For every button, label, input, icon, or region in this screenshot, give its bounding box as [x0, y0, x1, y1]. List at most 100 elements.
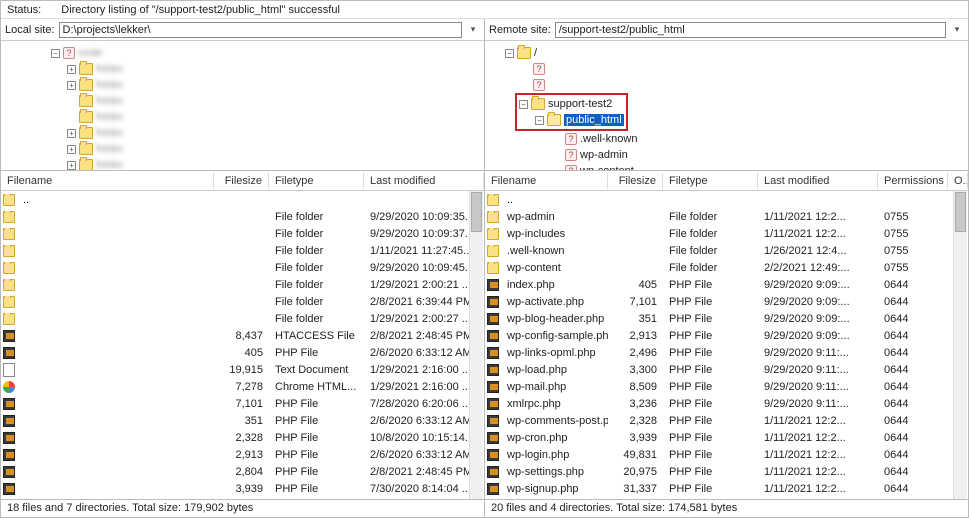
remote-tree[interactable]: −/??−support-test2−public_html?.well-kno…	[485, 41, 968, 171]
list-row[interactable]: .well-knownFile folder1/26/2021 12:4...0…	[485, 242, 968, 259]
tree-label[interactable]: folder	[96, 111, 124, 123]
list-row[interactable]: wp-mail.php8,509PHP File9/29/2020 9:11:.…	[485, 378, 968, 395]
col-lastmod[interactable]: Last modified	[364, 173, 484, 189]
list-row[interactable]: 2,804PHP File2/8/2021 2:48:45 PM	[1, 463, 484, 480]
tree-node[interactable]: ?wp-admin	[495, 147, 964, 163]
local-tree[interactable]: −?node+folder+folderfolderfolder+folder+…	[1, 41, 484, 171]
tree-toggle[interactable]: −	[505, 49, 514, 58]
list-row[interactable]: 2,496PHP File2/6/2020 6:33:12 AM	[1, 497, 484, 499]
tree-node[interactable]: folder	[11, 93, 480, 109]
remote-file-list[interactable]: ..wp-adminFile folder1/11/2021 12:2...07…	[485, 191, 968, 499]
tree-toggle[interactable]: −	[519, 100, 528, 109]
tree-toggle[interactable]: −	[51, 49, 60, 58]
list-row[interactable]: wp-signup.php31,337PHP File1/11/2021 12:…	[485, 480, 968, 497]
list-row[interactable]: File folder1/29/2021 2:00:27 ...	[1, 310, 484, 327]
list-row[interactable]: 2,913PHP File2/6/2020 6:33:12 AM	[1, 446, 484, 463]
tree-node[interactable]: − public_html	[519, 112, 624, 128]
tree-label[interactable]: folder	[96, 79, 124, 91]
list-row[interactable]: ..	[1, 191, 484, 208]
tree-label[interactable]: folder	[96, 127, 124, 139]
list-row[interactable]: wp-comments-post.php2,328PHP File1/11/20…	[485, 412, 968, 429]
col-filename[interactable]: Filename	[485, 173, 608, 189]
list-row[interactable]: wp-login.php49,831PHP File1/11/2021 12:2…	[485, 446, 968, 463]
tree-node[interactable]: + folder	[11, 61, 480, 77]
tree-label-selected[interactable]: public_html	[564, 114, 624, 126]
tree-node[interactable]: −?node	[11, 45, 480, 61]
tree-label[interactable]: folder	[96, 159, 124, 171]
tree-label[interactable]: folder	[96, 95, 124, 107]
list-row[interactable]: File folder2/8/2021 6:39:44 PM	[1, 293, 484, 310]
tree-node[interactable]: ?wp-content	[495, 163, 964, 171]
list-row[interactable]: wp-activate.php7,101PHP File9/29/2020 9:…	[485, 293, 968, 310]
remote-path-dropdown-icon[interactable]: ▾	[950, 24, 964, 35]
list-row[interactable]: wp-settings.php20,975PHP File1/11/2021 1…	[485, 463, 968, 480]
col-filesize[interactable]: Filesize	[214, 173, 269, 189]
local-list-header[interactable]: Filename Filesize Filetype Last modified	[1, 171, 484, 191]
tree-label[interactable]: /	[534, 47, 537, 59]
tree-node[interactable]: + folder	[11, 157, 480, 171]
tree-toggle[interactable]: +	[67, 129, 76, 138]
list-row[interactable]: 3,939PHP File7/30/2020 8:14:04 ...	[1, 480, 484, 497]
tree-toggle[interactable]: +	[67, 81, 76, 90]
list-row[interactable]: 351PHP File2/6/2020 6:33:12 AM	[1, 412, 484, 429]
tree-node[interactable]: − support-test2	[519, 96, 624, 112]
tree-node[interactable]: + folder	[11, 141, 480, 157]
col-filetype[interactable]: Filetype	[269, 173, 364, 189]
list-row[interactable]: wp-blog-header.php351PHP File9/29/2020 9…	[485, 310, 968, 327]
list-row[interactable]: xmlrpc.php3,236PHP File9/29/2020 9:11:..…	[485, 395, 968, 412]
cell-filename: wp-settings.php	[501, 466, 608, 478]
list-row[interactable]: File folder9/29/2020 10:09:37...	[1, 225, 484, 242]
tree-toggle[interactable]: +	[67, 161, 76, 170]
list-row[interactable]: File folder1/29/2021 2:00:21 ...	[1, 276, 484, 293]
local-path-dropdown-icon[interactable]: ▾	[466, 24, 480, 35]
col-owner[interactable]: O...	[948, 173, 968, 189]
list-row[interactable]: File folder9/29/2020 10:09:45...	[1, 259, 484, 276]
list-row[interactable]: 19,915Text Document1/29/2021 2:16:00 ...	[1, 361, 484, 378]
list-row[interactable]: wp-adminFile folder1/11/2021 12:2...0755…	[485, 208, 968, 225]
tree-label[interactable]: .well-known	[580, 133, 637, 145]
tree-node[interactable]: folder	[11, 109, 480, 125]
list-row[interactable]: wp-links-opml.php2,496PHP File9/29/2020 …	[485, 344, 968, 361]
tree-node[interactable]: + folder	[11, 77, 480, 93]
list-row[interactable]: wp-load.php3,300PHP File9/29/2020 9:11:.…	[485, 361, 968, 378]
list-row[interactable]: 7,278Chrome HTML...1/29/2021 2:16:00 ...	[1, 378, 484, 395]
cell-filetype: PHP File	[663, 364, 758, 376]
remote-path-input[interactable]	[555, 22, 946, 38]
list-row[interactable]: File folder1/11/2021 11:27:45...	[1, 242, 484, 259]
local-file-list[interactable]: ..File folder9/29/2020 10:09:35...File f…	[1, 191, 484, 499]
local-scrollbar[interactable]	[469, 191, 483, 499]
col-permissions[interactable]: Permissions	[878, 173, 948, 189]
col-filesize[interactable]: Filesize	[608, 173, 663, 189]
col-filename[interactable]: Filename	[1, 173, 214, 189]
tree-toggle[interactable]: +	[67, 65, 76, 74]
list-row[interactable]: ..	[485, 191, 968, 208]
cell-filesize: 31,337	[608, 483, 663, 495]
remote-list-header[interactable]: Filename Filesize Filetype Last modified…	[485, 171, 968, 191]
tree-toggle[interactable]: +	[67, 145, 76, 154]
tree-toggle[interactable]: −	[535, 116, 544, 125]
col-filetype[interactable]: Filetype	[663, 173, 758, 189]
tree-node[interactable]: ?	[495, 77, 964, 93]
list-row[interactable]: index.php405PHP File9/29/2020 9:09:...06…	[485, 276, 968, 293]
tree-node[interactable]: ?.well-known	[495, 131, 964, 147]
list-row[interactable]: 405PHP File2/6/2020 6:33:12 AM	[1, 344, 484, 361]
list-row[interactable]: 2,328PHP File10/8/2020 10:15:14...	[1, 429, 484, 446]
tree-label[interactable]: node	[78, 47, 102, 59]
list-row[interactable]: wp-cron.php3,939PHP File1/11/2021 12:2..…	[485, 429, 968, 446]
list-row[interactable]: wp-includesFile folder1/11/2021 12:2...0…	[485, 225, 968, 242]
list-row[interactable]: File folder9/29/2020 10:09:35...	[1, 208, 484, 225]
col-lastmod[interactable]: Last modified	[758, 173, 878, 189]
remote-scrollbar[interactable]	[953, 191, 967, 499]
local-path-input[interactable]	[59, 22, 462, 38]
tree-node[interactable]: −/	[495, 45, 964, 61]
tree-label[interactable]: folder	[96, 63, 124, 75]
tree-node[interactable]: + folder	[11, 125, 480, 141]
list-row[interactable]: 8,437HTACCESS File2/8/2021 2:48:45 PM	[1, 327, 484, 344]
list-row[interactable]: 7,101PHP File7/28/2020 6:20:06 ...	[1, 395, 484, 412]
list-row[interactable]: wp-contentFile folder2/2/2021 12:49:...0…	[485, 259, 968, 276]
tree-label[interactable]: wp-admin	[580, 149, 628, 161]
list-row[interactable]: wp-config-sample.php2,913PHP File9/29/20…	[485, 327, 968, 344]
tree-label[interactable]: folder	[96, 143, 124, 155]
tree-label[interactable]: support-test2	[548, 98, 612, 110]
tree-node[interactable]: ?	[495, 61, 964, 77]
